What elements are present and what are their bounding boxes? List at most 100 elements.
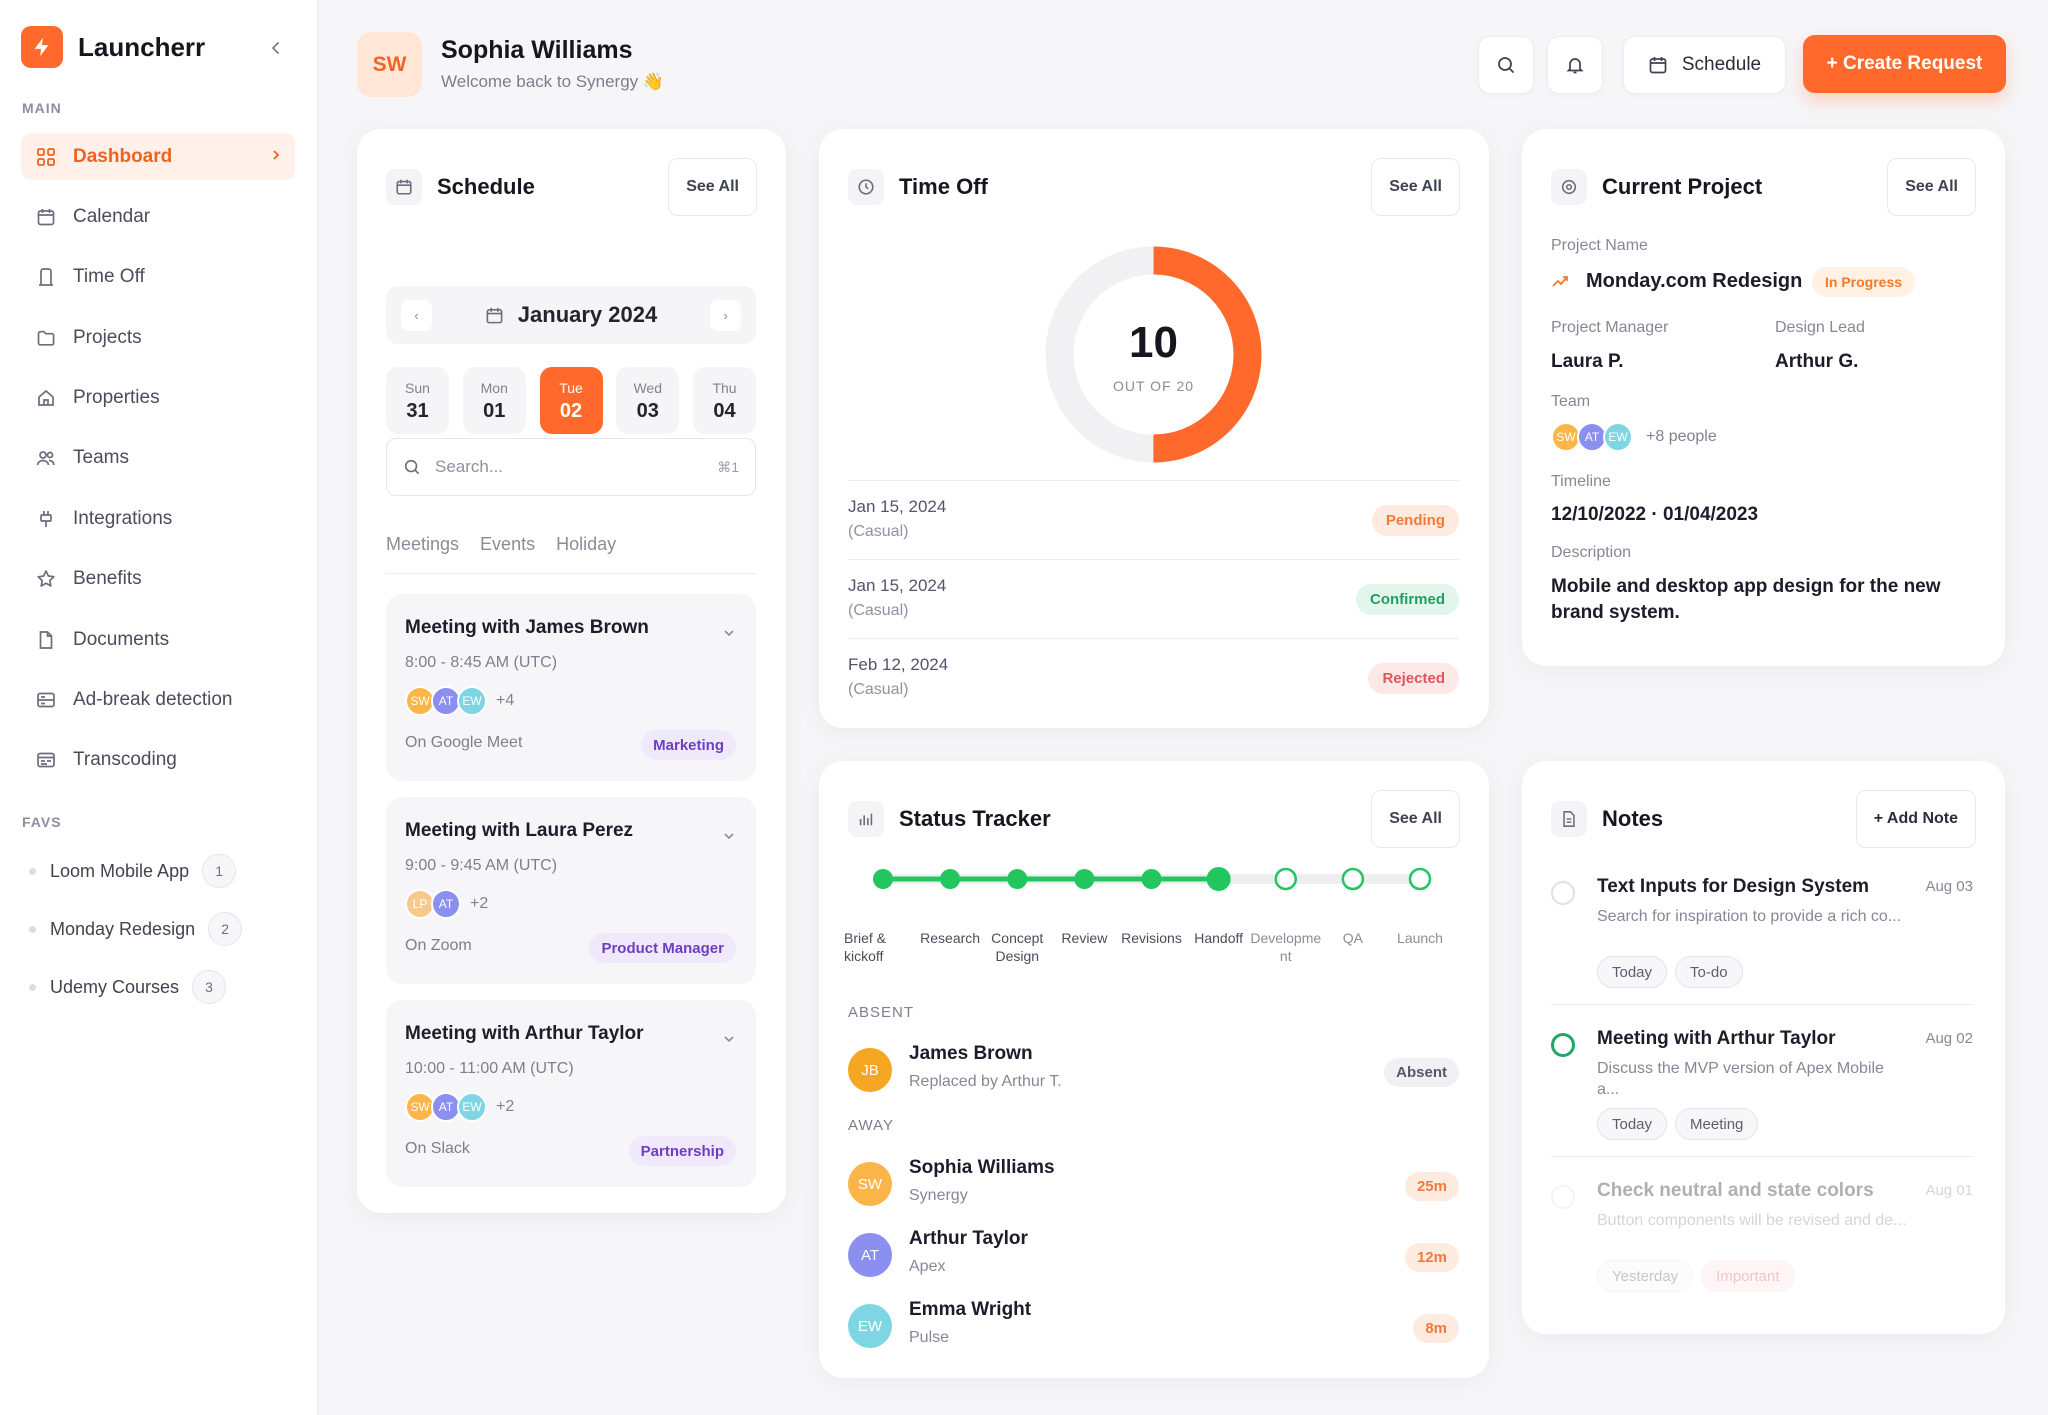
day-wed[interactable]: Wed 03 (616, 367, 680, 434)
meeting-location: On Zoom (405, 937, 472, 954)
sidebar-item-time-off[interactable]: Time Off (21, 254, 295, 301)
user-name: Sophia Williams (441, 36, 633, 64)
add-note-button[interactable]: + Add Note (1855, 790, 1976, 848)
create-request-button[interactable]: + Create Request (1803, 35, 2006, 93)
step-dot[interactable] (873, 869, 893, 889)
sidebar-item-benefits[interactable]: Benefits (21, 556, 295, 603)
day-number: 02 (559, 400, 583, 422)
step-dot[interactable] (940, 869, 961, 889)
step-dot[interactable] (1206, 867, 1231, 891)
sidebar-item-ad-break-detection[interactable]: Ad-break detection (21, 677, 295, 724)
tab-events[interactable]: Events (480, 534, 535, 573)
note-checkbox[interactable] (1551, 1033, 1575, 1057)
card-title: Time Off (899, 174, 988, 199)
chevron-down-icon[interactable] (722, 1032, 736, 1046)
project-name[interactable]: Monday.com Redesign (1586, 270, 1802, 293)
note-item[interactable]: Check neutral and state colors Button co… (1551, 1174, 1973, 1326)
time-off-date: Feb 12, 2024 (848, 655, 949, 674)
time-off-list: Jan 15, 2024 (Casual) Pending Jan 15, 20… (848, 480, 1459, 717)
see-all-button[interactable]: See All (668, 158, 757, 216)
see-all-button[interactable]: See All (1887, 158, 1976, 216)
person-name: Sophia Williams (909, 1157, 1055, 1178)
step-dot[interactable] (1074, 869, 1095, 889)
chevron-down-icon[interactable] (722, 829, 736, 843)
person-row[interactable]: EW Emma Wright Pulse 8m (848, 1299, 1459, 1359)
users-icon (35, 447, 57, 469)
meeting-card[interactable]: Meeting with James Brown 8:00 - 8:45 AM … (386, 594, 756, 781)
schedule-button[interactable]: Schedule (1623, 36, 1786, 94)
note-item[interactable]: Text Inputs for Design System Search for… (1551, 870, 1973, 1022)
note-checkbox[interactable] (1551, 881, 1575, 905)
star-icon (35, 568, 57, 590)
sidebar-item-projects[interactable]: Projects (21, 314, 295, 361)
fav-item-monday-redesign[interactable]: Monday Redesign 2 (21, 908, 295, 950)
time-off-row[interactable]: Jan 15, 2024 (Casual) Confirmed (848, 559, 1459, 638)
search-input[interactable] (435, 457, 690, 477)
day-picker: Sun 31 Mon 01 Tue 02 Wed 03 Thu 04 (386, 332, 756, 434)
note-tag: Today (1597, 1108, 1668, 1140)
notifications-button[interactable] (1547, 36, 1603, 94)
user-avatar[interactable]: SW (357, 32, 422, 97)
time-off-date: Jan 15, 2024 (848, 497, 947, 516)
day-mon[interactable]: Mon 01 (462, 367, 526, 434)
fav-count-badge: 2 (208, 912, 243, 946)
step-dot[interactable] (1274, 867, 1297, 891)
time-off-row[interactable]: Jan 15, 2024 (Casual) Pending (848, 480, 1459, 559)
sidebar-item-transcoding[interactable]: Transcoding (21, 737, 295, 784)
chevron-down-icon[interactable] (722, 626, 736, 640)
tab-meetings[interactable]: Meetings (386, 534, 459, 573)
time-off-row[interactable]: Feb 12, 2024 (Casual) Rejected (848, 638, 1459, 717)
search-button[interactable] (1478, 36, 1534, 94)
sidebar-item-calendar[interactable]: Calendar (21, 193, 295, 240)
see-all-button[interactable]: See All (1371, 790, 1460, 848)
person-row[interactable]: SW Sophia Williams Synergy 25m (848, 1157, 1459, 1217)
fav-item-loom-mobile-app[interactable]: Loom Mobile App 1 (21, 850, 295, 892)
person-row[interactable]: JB James Brown Replaced by Arthur T. Abs… (848, 1043, 1459, 1103)
person-row[interactable]: AT Arthur Taylor Apex 12m (848, 1228, 1459, 1288)
step-dot[interactable] (1141, 869, 1162, 889)
sidebar-item-properties[interactable]: Properties (21, 375, 295, 422)
step-dot[interactable] (1341, 867, 1365, 891)
fav-count-badge: 3 (192, 970, 227, 1004)
meeting-time: 8:00 - 8:45 AM (UTC) (405, 654, 558, 671)
person-sub: Apex (909, 1258, 946, 1275)
step-dot[interactable] (1408, 867, 1432, 891)
fav-label: Udemy Courses (50, 976, 180, 997)
time-off-date: Jan 15, 2024 (848, 576, 947, 595)
day-number: 03 (636, 400, 659, 422)
fav-item-udemy-courses[interactable]: Udemy Courses 3 (21, 966, 295, 1008)
note-item[interactable]: Meeting with Arthur Taylor Discuss the M… (1551, 1022, 1973, 1174)
brand[interactable]: Launcherr (21, 26, 205, 68)
time-off-donut: 10 OUT OF 20 (1045, 246, 1262, 463)
day-tue-selected[interactable]: Tue 02 (539, 367, 603, 434)
sidebar-item-integrations[interactable]: Integrations (21, 495, 295, 542)
sidebar-item-label: Time Off (73, 266, 145, 288)
next-month-button[interactable]: › (710, 300, 741, 331)
step-label-line: nt (1279, 948, 1292, 964)
sidebar-item-documents[interactable]: Documents (21, 616, 295, 663)
month-label: January 2024 (386, 302, 756, 328)
meeting-card[interactable]: Meeting with Laura Perez 9:00 - 9:45 AM … (386, 797, 756, 984)
day-thu[interactable]: Thu 04 (693, 367, 756, 434)
team-more: +8 people (1646, 428, 1717, 445)
status-badge-pending: Pending (1371, 505, 1459, 536)
team-avatars[interactable]: SW AT EW +8 people (1551, 422, 1717, 452)
tab-holiday[interactable]: Holiday (556, 534, 616, 573)
person-name: Arthur Taylor (909, 1228, 1028, 1249)
note-tags: Yesterday Important (1597, 1260, 1803, 1292)
day-name: Mon (480, 380, 508, 396)
note-tag-important: Important (1701, 1260, 1795, 1292)
welcome-text: Welcome back to Synergy 👋 (441, 72, 665, 91)
meeting-card[interactable]: Meeting with Arthur Taylor 10:00 - 11:00… (386, 1000, 756, 1187)
sidebar-item-teams[interactable]: Teams (21, 435, 295, 482)
note-checkbox[interactable] (1551, 1185, 1575, 1209)
sidebar-item-dashboard[interactable]: Dashboard (21, 133, 295, 180)
day-name: Wed (633, 380, 663, 396)
day-sun[interactable]: Sun 31 (386, 367, 449, 434)
note-tags: Today To-do (1597, 956, 1751, 988)
collapse-chevron-icon[interactable] (264, 36, 288, 60)
card-header: Schedule See All (386, 158, 757, 216)
see-all-button[interactable]: See All (1371, 158, 1460, 216)
step-dot[interactable] (1007, 869, 1028, 889)
status-tracker-card: Status Tracker See All Brief & kickoff Res… (819, 761, 1489, 1378)
